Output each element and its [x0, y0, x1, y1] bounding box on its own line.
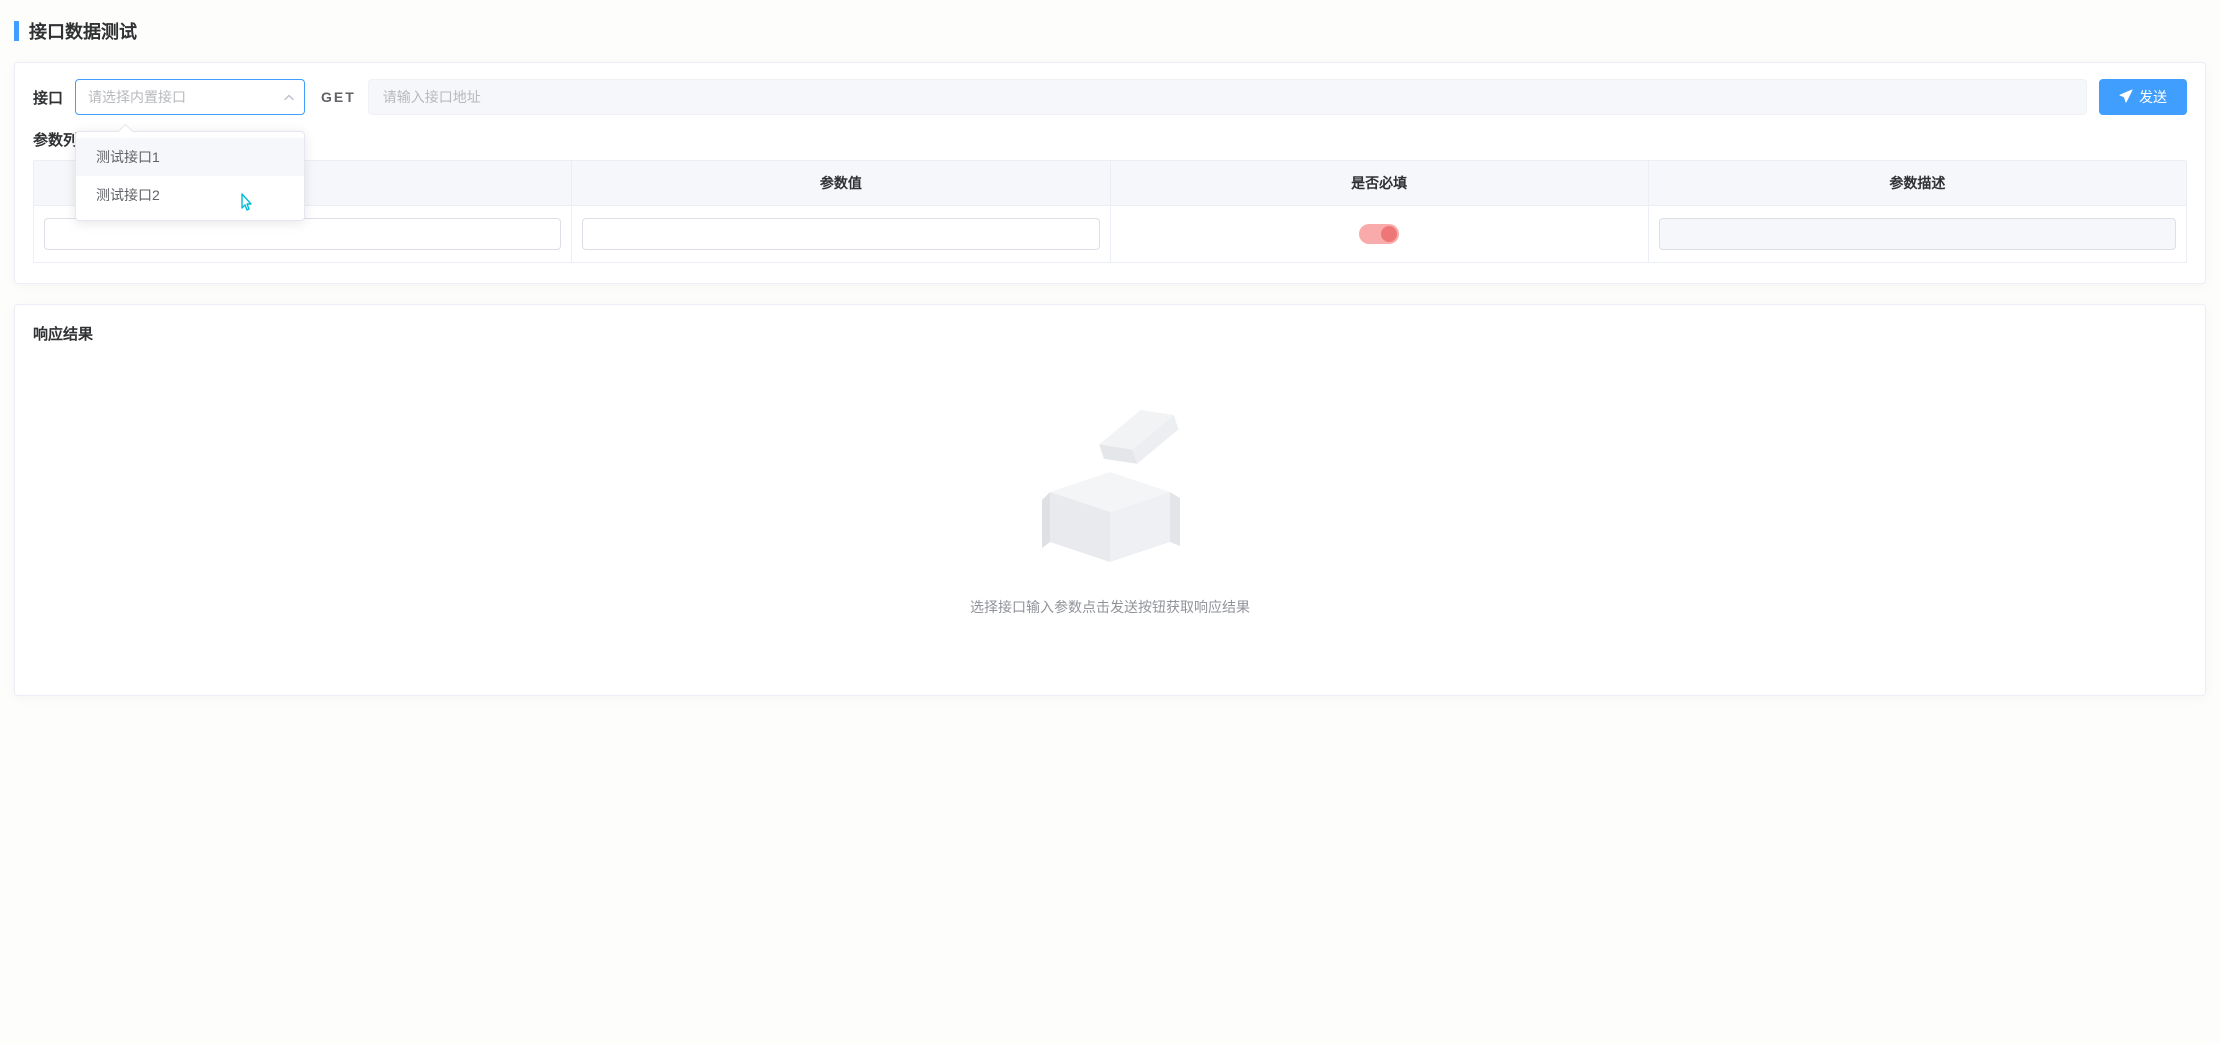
send-button[interactable]: 发送: [2099, 79, 2187, 115]
send-icon: [2119, 89, 2133, 106]
column-header-required: 是否必填: [1111, 161, 1649, 205]
column-header-value: 参数值: [572, 161, 1110, 205]
param-description-input: [1659, 218, 2176, 250]
params-list-label: 参数列: [15, 129, 2205, 160]
page-title: 接口数据测试: [29, 18, 137, 44]
http-method-label: GET: [321, 89, 356, 105]
response-card: 响应结果 选择接口输入参数点击发: [14, 304, 2206, 696]
request-bar: 接口 测试接口1 测试接口2 GET: [15, 63, 2205, 129]
param-value-cell: [572, 206, 1110, 262]
interface-label: 接口: [33, 87, 63, 108]
dropdown-option-2[interactable]: 测试接口2: [76, 176, 304, 214]
column-header-description: 参数描述: [1649, 161, 2186, 205]
title-accent-bar: [14, 21, 19, 41]
param-value-input[interactable]: [582, 218, 1099, 250]
param-name-input[interactable]: [44, 218, 561, 250]
param-description-cell: [1649, 206, 2186, 262]
interface-select-input[interactable]: [75, 79, 305, 115]
interface-dropdown: 测试接口1 测试接口2: [75, 131, 305, 221]
dropdown-option-1[interactable]: 测试接口1: [76, 138, 304, 176]
empty-box-icon: [1020, 394, 1200, 577]
response-title: 响应结果: [33, 323, 2187, 344]
params-table: 参数值 是否必填 参数描述: [33, 160, 2187, 263]
empty-state-text: 选择接口输入参数点击发送按钮获取响应结果: [970, 597, 1250, 617]
empty-state: 选择接口输入参数点击发送按钮获取响应结果: [33, 364, 2187, 677]
request-card: 接口 测试接口1 测试接口2 GET: [14, 62, 2206, 284]
send-button-label: 发送: [2139, 87, 2167, 107]
required-toggle[interactable]: [1359, 224, 1399, 244]
table-row: [34, 206, 2186, 262]
url-input[interactable]: [368, 79, 2087, 115]
page-title-bar: 接口数据测试: [0, 0, 2220, 62]
interface-select[interactable]: 测试接口1 测试接口2: [75, 79, 305, 115]
params-table-header: 参数值 是否必填 参数描述: [34, 161, 2186, 206]
switch-knob: [1381, 226, 1397, 242]
param-required-cell: [1111, 206, 1649, 262]
